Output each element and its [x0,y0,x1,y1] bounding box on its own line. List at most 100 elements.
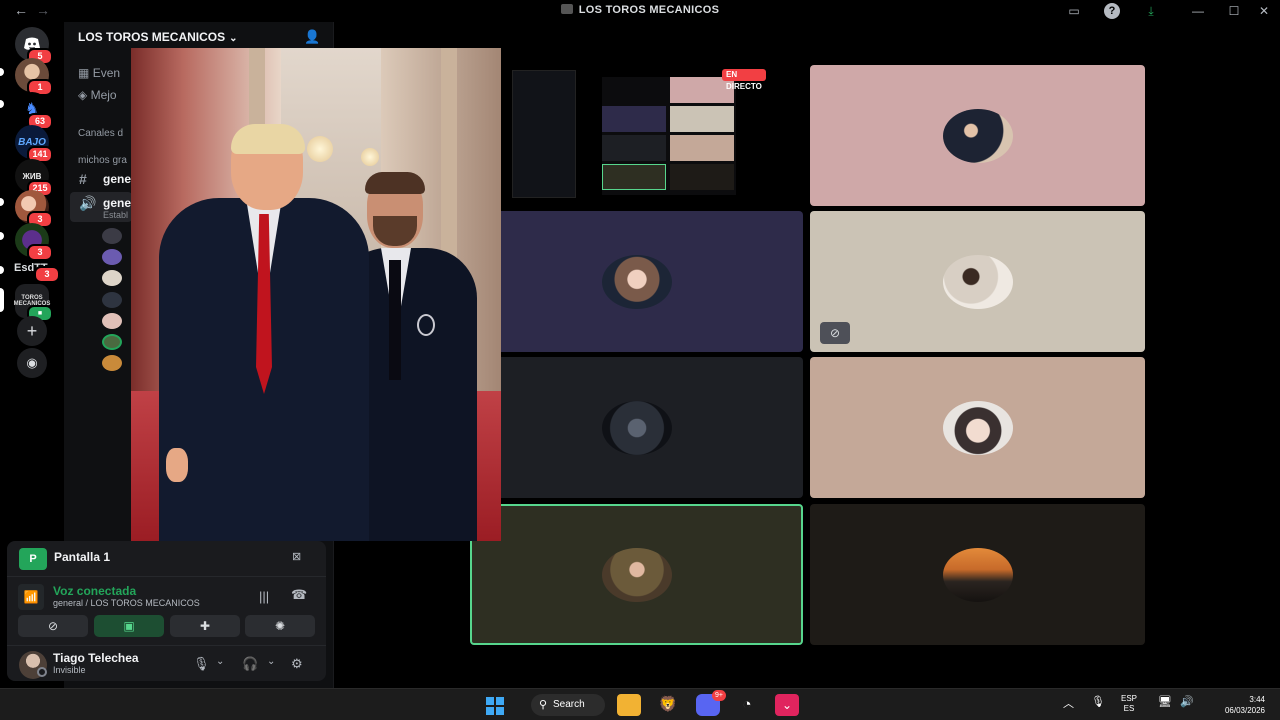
photo-figure [389,260,401,380]
boost-item[interactable]: ◈ Mejo [78,88,117,102]
category-header[interactable]: Canales d [78,128,123,139]
boost-label: Mejo [90,88,117,102]
events-label: Even [92,66,121,80]
voice-user-avatar[interactable] [102,228,122,244]
download-icon[interactable]: ⤓ [1143,3,1159,19]
server-icon-4[interactable]: ЖИВ 215 [15,159,53,197]
discord-app-icon[interactable]: 9+ [696,690,726,716]
start-button[interactable] [483,694,507,716]
participant-tile[interactable] [810,357,1145,498]
divider [7,576,326,577]
signal-icon: 📶 [18,584,44,610]
headphones-icon[interactable]: 🎧 [242,656,258,672]
screen-share-button[interactable]: ▣ [94,615,164,637]
selected-pill [0,288,4,312]
close-icon[interactable]: ✕ [1256,3,1272,19]
add-server-button[interactable]: + [17,316,47,346]
participant-avatar [942,400,1013,455]
chevron-down-icon[interactable]: ⌄ [216,656,224,667]
soundboard-button[interactable]: ✺ [245,615,315,637]
clock-time: 3:44 [1249,695,1265,704]
window-title-text: LOS TOROS MECANICOS [578,4,720,16]
unread-pill [0,232,4,240]
photo-figure [365,172,425,194]
server-header[interactable]: LOS TOROS MECANICOS ⌄ [78,30,238,44]
participant-avatar [942,108,1013,163]
noise-suppression-icon[interactable]: ||| [259,589,269,604]
volume-icon[interactable]: 🔊 [1180,695,1194,708]
calendar-icon: ▦ [78,66,90,80]
camera-toggle-button[interactable]: ⊘ [18,615,88,637]
file-explorer-icon[interactable] [617,694,641,716]
direct-messages-button[interactable]: 5 [15,27,53,65]
maximize-icon[interactable]: ☐ [1226,3,1242,19]
speaker-icon: 🔊 [79,195,97,211]
voice-user-avatar[interactable] [102,292,122,308]
screen-share-icon[interactable]: ▭ [1066,3,1082,19]
text-channel-general[interactable]: # gene [70,168,132,190]
server-icon-toros[interactable]: TOROS MECANICOS ■ [14,284,53,322]
window-title: LOS TOROS MECANICOS [0,4,1280,16]
voice-user-avatar[interactable] [102,334,122,350]
activities-button[interactable]: ✚ [170,615,240,637]
user-name[interactable]: Tiago Telechea [53,651,139,665]
microphone-icon[interactable]: 🎙 [193,656,210,672]
participant-tile-speaking[interactable] [470,504,803,645]
server-icon-1[interactable]: 1 [15,58,53,96]
brave-browser-icon[interactable]: 🦁 [656,694,680,716]
camera-off-icon: ⊘ [47,619,59,633]
photo-lamp [307,136,333,162]
participant-avatar [601,254,672,309]
category-header[interactable]: michos gra [78,155,127,166]
soundboard-icon: ✺ [274,619,286,633]
photo-figure [417,314,435,336]
voice-status-sub[interactable]: general / LOS TOROS MECANICOS [53,598,200,608]
server-name: LOS TOROS MECANICOS [78,30,226,44]
live-badge: EN DIRECTO [722,69,766,91]
search-icon: ⚲ [539,699,548,711]
hash-icon: # [79,171,87,187]
minimize-icon[interactable]: — [1190,3,1206,19]
app-icon[interactable]: ⌄ [775,694,799,716]
taskbar-search[interactable]: ⚲ Search [531,694,605,716]
boost-icon: ◈ [78,88,88,102]
voice-user-avatar[interactable] [102,270,122,286]
voice-user-avatar[interactable] [102,249,122,265]
participant-avatar [601,547,672,602]
voice-user-avatar[interactable] [102,355,122,371]
invisible-status-icon [37,667,47,677]
unread-pill [0,68,4,76]
server-icon-3[interactable]: BAJO 141 [15,125,53,163]
add-member-icon[interactable]: 👤 [304,29,320,45]
settings-gear-icon[interactable]: ⚙ [291,656,303,672]
language-indicator[interactable]: ESP ES [1121,694,1137,714]
help-icon[interactable]: ? [1104,3,1120,19]
events-item[interactable]: ▦ Even [78,66,120,80]
unread-badge: 3 [34,266,60,283]
network-icon[interactable]: 🖥 [1158,695,1172,708]
clock[interactable]: 3:44 06/03/2026 [1205,694,1265,716]
participant-tile[interactable]: ⊘ [810,211,1145,352]
server-icon-6[interactable]: 3 [15,223,53,261]
participant-tile[interactable] [470,211,803,352]
camera-off-icon: ⊘ [820,322,850,344]
clock-date: 06/03/2026 [1224,706,1265,715]
chevron-down-icon[interactable]: ⌄ [267,656,275,667]
discover-icon[interactable]: ◉ [17,348,47,378]
server-icon-2[interactable]: ♞ 63 [15,92,53,130]
notification-badge: 9+ [712,690,726,701]
channel-name: gene [103,172,132,186]
microphone-tray-icon[interactable]: 🎙 [1091,695,1105,708]
voice-status-title[interactable]: Voz conectada [53,584,136,598]
disconnect-icon[interactable]: ☎ [291,587,307,603]
voice-user-avatar[interactable] [102,313,122,329]
chrome-icon[interactable]: ◔ [735,694,759,716]
user-status: Invisible [53,665,86,675]
tray-overflow-icon[interactable]: ︿ [1063,695,1074,711]
participant-tile[interactable] [810,65,1145,206]
participant-tile[interactable] [810,504,1145,645]
photo-figure [231,124,305,154]
participant-tile[interactable] [470,357,803,498]
server-icon-5[interactable]: 3 [15,190,53,228]
stop-stream-icon[interactable]: ⊠ [292,550,301,563]
